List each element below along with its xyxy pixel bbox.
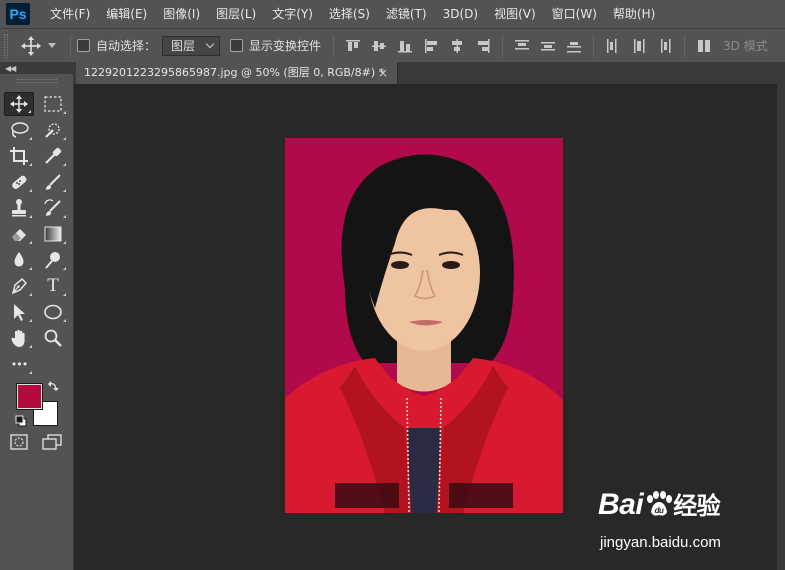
document-photo[interactable] <box>285 138 563 513</box>
healing-brush-tool[interactable] <box>4 170 34 194</box>
svg-text:du: du <box>655 506 664 515</box>
hand-tool[interactable] <box>4 326 34 350</box>
align-right-icon[interactable] <box>473 36 493 56</box>
separator <box>593 34 595 57</box>
document-tab-title: 1229201223295865987.jpg @ 50% (图层 0, RGB… <box>84 66 385 79</box>
paw-icon: du <box>643 490 673 518</box>
baidu-logo-right: 经验 <box>673 493 721 520</box>
eyedropper-tool[interactable] <box>38 144 68 168</box>
path-select-tool[interactable] <box>4 300 34 324</box>
clone-stamp-tool[interactable] <box>4 196 34 220</box>
zoom-tool[interactable] <box>38 326 68 350</box>
show-transform-checkbox[interactable] <box>230 39 244 52</box>
distribute-top-icon[interactable] <box>512 36 532 56</box>
distribute-right-icon[interactable] <box>655 36 675 56</box>
menu-3d[interactable]: 3D(D) <box>435 0 486 28</box>
auto-select-checkbox[interactable] <box>77 39 90 52</box>
ellipse-tool[interactable] <box>38 300 68 324</box>
more-tools-glyph: ••• <box>10 357 28 371</box>
tool-preset-chevron-icon[interactable] <box>48 43 56 48</box>
menu-image[interactable]: 图像(I) <box>155 0 208 28</box>
gradient-tool[interactable] <box>38 222 68 246</box>
collapse-icon[interactable]: ◀◀ <box>5 64 16 73</box>
vertical-scrollbar[interactable] <box>777 84 785 570</box>
document-tab[interactable]: 1229201223295865987.jpg @ 50% (图层 0, RGB… <box>76 62 398 84</box>
marquee-tool[interactable] <box>38 92 68 116</box>
type-tool-glyph: T <box>47 275 59 296</box>
baidu-url: jingyan.baidu.com <box>600 534 721 551</box>
foreground-color-swatch[interactable] <box>16 383 43 410</box>
quick-select-tool[interactable] <box>38 118 68 142</box>
align-left-icon[interactable] <box>421 36 441 56</box>
menu-type[interactable]: 文字(Y) <box>264 0 321 28</box>
auto-align-icon[interactable] <box>694 36 714 56</box>
menu-select[interactable]: 选择(S) <box>321 0 378 28</box>
quick-mask-icon[interactable] <box>10 434 28 450</box>
photoshop-window: Ps 文件(F) 编辑(E) 图像(I) 图层(L) 文字(Y) 选择(S) 滤… <box>0 0 785 570</box>
separator <box>70 34 71 57</box>
separator <box>684 34 686 57</box>
menu-file[interactable]: 文件(F) <box>42 0 98 28</box>
align-hcenter-icon[interactable] <box>447 36 467 56</box>
separator <box>333 34 335 57</box>
crop-tool[interactable] <box>4 144 34 168</box>
options-bar: 自动选择： 图层 显示变换控件 3D 模式 <box>0 28 785 62</box>
show-transform-label: 显示变换控件 <box>249 39 322 53</box>
move-tool[interactable] <box>4 92 34 116</box>
options-grip[interactable] <box>4 33 8 58</box>
history-brush-tool[interactable] <box>38 196 68 220</box>
align-bottom-icon[interactable] <box>395 36 415 56</box>
type-tool[interactable]: T <box>38 274 68 298</box>
dodge-tool[interactable] <box>38 248 68 272</box>
portrait-image <box>285 138 563 513</box>
pen-tool[interactable] <box>4 274 34 298</box>
separator <box>502 34 504 57</box>
distribute-bottom-icon[interactable] <box>564 36 584 56</box>
distribute-vcenter-icon[interactable] <box>538 36 558 56</box>
menu-filter[interactable]: 滤镜(T) <box>378 0 435 28</box>
tools-panel: T ••• <box>0 74 74 570</box>
ps-logo: Ps <box>6 3 30 25</box>
menu-bar: Ps 文件(F) 编辑(E) 图像(I) 图层(L) 文字(Y) 选择(S) 滤… <box>0 0 785 28</box>
move-tool-icon[interactable] <box>20 35 42 57</box>
distribute-left-icon[interactable] <box>603 36 623 56</box>
menu-view[interactable]: 视图(V) <box>486 0 544 28</box>
lasso-tool[interactable] <box>4 118 34 142</box>
mode-3d-label: 3D 模式 <box>723 39 768 53</box>
default-colors-icon[interactable] <box>15 415 27 427</box>
document-tab-bar: 1229201223295865987.jpg @ 50% (图层 0, RGB… <box>74 62 785 84</box>
align-top-icon[interactable] <box>343 36 363 56</box>
baidu-watermark: Bai du 经验 jingyan.baidu.com <box>598 486 748 556</box>
swap-colors-icon[interactable] <box>47 380 59 392</box>
baidu-logo-left: Bai <box>598 488 644 521</box>
more-tools[interactable]: ••• <box>4 352 34 376</box>
toolbar-grip[interactable] <box>0 74 73 88</box>
blur-tool[interactable] <box>4 248 34 272</box>
close-icon[interactable]: × <box>378 62 388 84</box>
baidu-logo: Bai du 经验 <box>598 486 721 522</box>
chevron-down-icon <box>205 39 215 48</box>
auto-select-value: 图层 <box>171 39 196 53</box>
menu-edit[interactable]: 编辑(E) <box>98 0 155 28</box>
menu-layer[interactable]: 图层(L) <box>208 0 264 28</box>
brush-tool[interactable] <box>38 170 68 194</box>
auto-select-dropdown[interactable]: 图层 <box>162 35 221 56</box>
screen-mode-icon[interactable] <box>42 434 62 450</box>
menu-window[interactable]: 窗口(W) <box>544 0 605 28</box>
auto-select-label: 自动选择： <box>96 39 157 53</box>
align-vcenter-icon[interactable] <box>369 36 389 56</box>
menu-help[interactable]: 帮助(H) <box>605 0 663 28</box>
eraser-tool[interactable] <box>4 222 34 246</box>
distribute-hcenter-icon[interactable] <box>629 36 649 56</box>
toolbar-header: ◀◀ <box>0 62 74 74</box>
